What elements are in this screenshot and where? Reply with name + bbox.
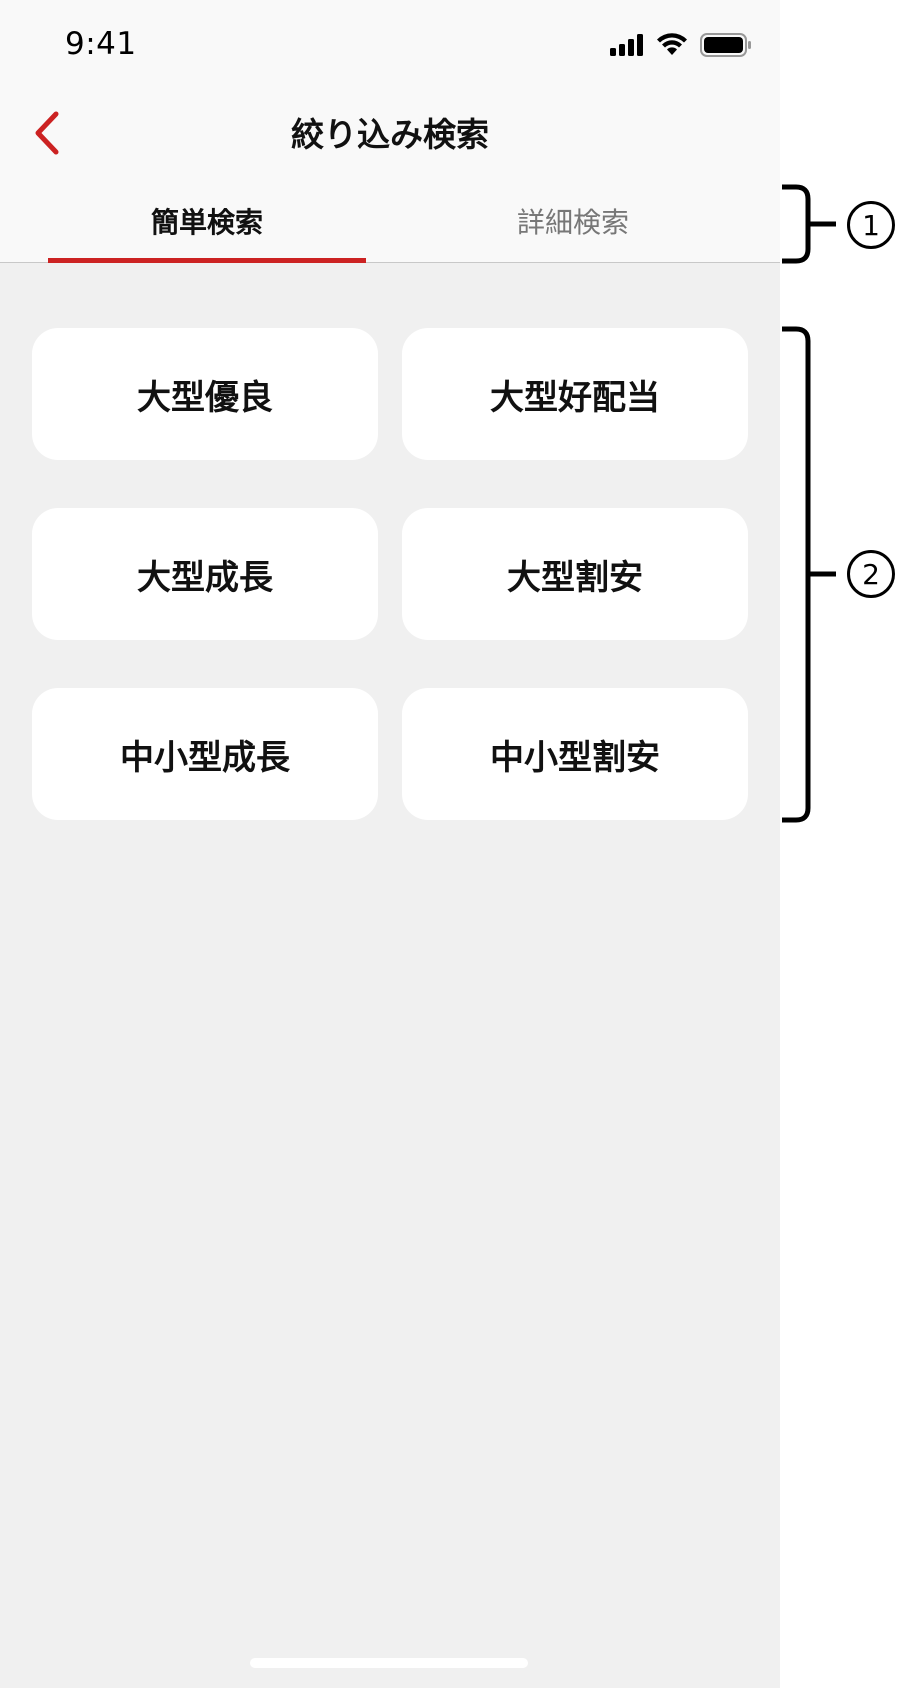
status-icons (610, 33, 752, 57)
preset-small-mid-growth-button[interactable]: 中小型成長 (32, 688, 378, 820)
canvas: 9:41 絞り込み検索 簡単検索 詳細検索 大型優良 大型好配当 大型成長 大型… (0, 0, 916, 1688)
signal-icon (610, 34, 643, 56)
preset-large-high-dividend-button[interactable]: 大型好配当 (402, 328, 748, 460)
wifi-icon (657, 33, 687, 55)
preset-small-mid-value-button[interactable]: 中小型割安 (402, 688, 748, 820)
preset-large-value-button[interactable]: 大型割安 (402, 508, 748, 640)
tab-simple-search[interactable]: 簡単検索 (48, 180, 366, 262)
preset-large-quality-button[interactable]: 大型優良 (32, 328, 378, 460)
active-tab-indicator (48, 258, 366, 263)
annotation-number-2: 2 (847, 550, 895, 598)
status-bar: 9:41 (0, 0, 780, 90)
tab-bar: 簡単検索 詳細検索 (0, 180, 780, 263)
battery-icon (700, 33, 751, 57)
tab-detailed-search[interactable]: 詳細検索 (414, 180, 732, 262)
annotation-number-1: 1 (847, 201, 895, 249)
phone-screen: 9:41 絞り込み検索 簡単検索 詳細検索 大型優良 大型好配当 大型成長 大型… (0, 0, 780, 1688)
status-time: 9:41 (65, 26, 137, 62)
home-indicator (250, 1658, 528, 1668)
preset-large-growth-button[interactable]: 大型成長 (32, 508, 378, 640)
annotation-bracket-2 (782, 326, 836, 823)
annotation-bracket-1 (782, 184, 836, 264)
navigation-bar: 絞り込み検索 (0, 90, 780, 180)
page-title: 絞り込み検索 (291, 115, 489, 154)
